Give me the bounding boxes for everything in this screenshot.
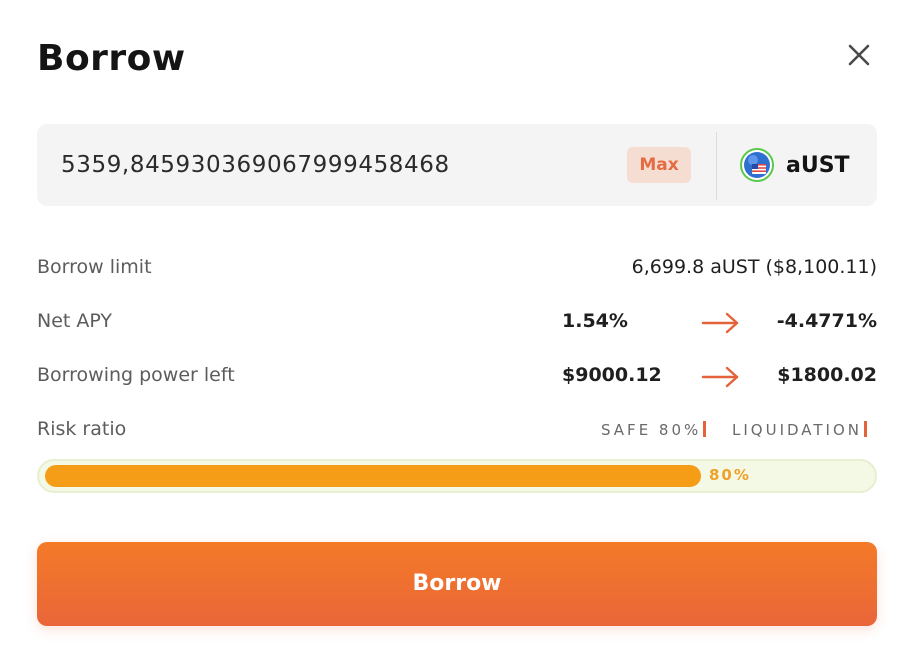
risk-progress-fill: [45, 465, 701, 487]
liquidation-tick: [864, 421, 867, 437]
close-icon[interactable]: [842, 38, 876, 72]
token-label: aUST: [786, 152, 850, 178]
token-selector[interactable]: aUST: [740, 146, 850, 184]
divider: [716, 132, 717, 200]
amount-input-box: Max aUST: [37, 124, 877, 206]
risk-progress-bar: [37, 459, 877, 493]
borrow-limit-label: Borrow limit: [37, 256, 152, 278]
borrowing-power-label: Borrowing power left: [37, 364, 235, 386]
arrow-right-icon: [701, 312, 739, 334]
aust-token-icon: [740, 148, 774, 182]
borrowing-power-to: $1800.02: [777, 364, 877, 386]
safe-marker-label: SAFE 80%: [601, 421, 702, 439]
max-button[interactable]: Max: [627, 147, 691, 183]
borrow-modal: Borrow Max aUST Borrow limit 6,699.8 a: [0, 0, 912, 660]
amount-input[interactable]: [61, 144, 601, 186]
borrowing-power-from: $9000.12: [562, 364, 662, 386]
net-apy-from: 1.54%: [562, 310, 628, 332]
risk-ratio-label: Risk ratio: [37, 418, 127, 440]
net-apy-label: Net APY: [37, 310, 113, 332]
risk-progress-label: 80%: [709, 466, 751, 484]
borrow-button[interactable]: Borrow: [37, 542, 877, 626]
liquidation-marker: LIQUIDATION: [732, 421, 867, 439]
liquidation-marker-label: LIQUIDATION: [732, 421, 862, 439]
arrow-right-icon: [701, 366, 739, 388]
borrow-limit-value: 6,699.8 aUST ($8,100.11): [631, 256, 877, 278]
modal-title: Borrow: [37, 38, 186, 79]
net-apy-to: -4.4771%: [776, 310, 877, 332]
safe-tick: [703, 421, 707, 437]
safe-marker: SAFE 80%: [601, 421, 707, 439]
